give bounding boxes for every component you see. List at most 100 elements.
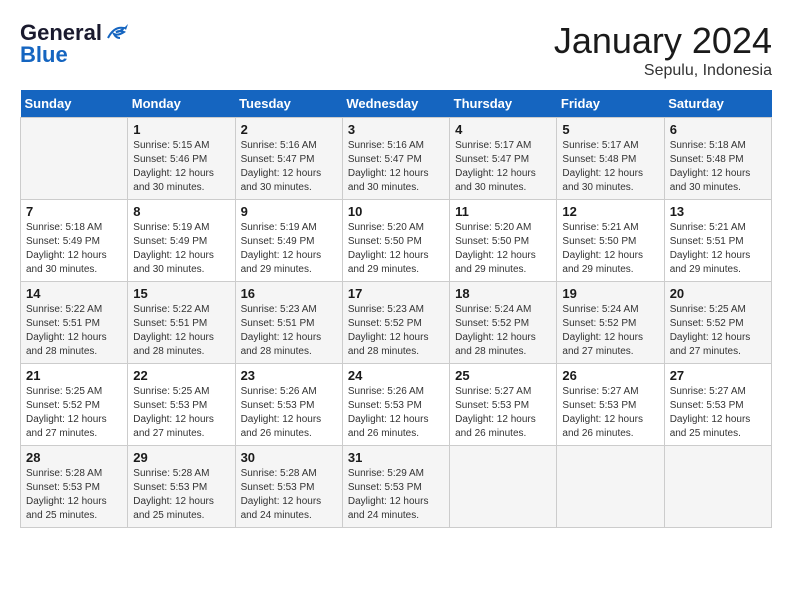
- calendar-cell: 2 Sunrise: 5:16 AM Sunset: 5:47 PM Daylig…: [235, 118, 342, 200]
- calendar-cell: [664, 446, 771, 528]
- day-info: Sunrise: 5:26 AM Sunset: 5:53 PM Dayligh…: [348, 385, 444, 441]
- calendar-cell: 3 Sunrise: 5:16 AM Sunset: 5:47 PM Daylig…: [342, 118, 449, 200]
- day-number: 31: [348, 450, 444, 465]
- calendar-cell: 20 Sunrise: 5:25 AM Sunset: 5:52 PM Dayli…: [664, 282, 771, 364]
- day-number: 17: [348, 286, 444, 301]
- day-number: 24: [348, 368, 444, 383]
- calendar-cell: 9 Sunrise: 5:19 AM Sunset: 5:49 PM Daylig…: [235, 200, 342, 282]
- day-number: 3: [348, 122, 444, 137]
- day-info: Sunrise: 5:25 AM Sunset: 5:52 PM Dayligh…: [26, 385, 122, 441]
- day-number: 23: [241, 368, 337, 383]
- calendar-cell: 22 Sunrise: 5:25 AM Sunset: 5:53 PM Dayli…: [128, 364, 235, 446]
- day-number: 12: [562, 204, 658, 219]
- day-info: Sunrise: 5:16 AM Sunset: 5:47 PM Dayligh…: [348, 139, 444, 195]
- calendar-cell: 15Sunrise: 5:22 AM Sunset: 5:51 PM Dayli…: [128, 282, 235, 364]
- day-info: Sunrise: 5:19 AM Sunset: 5:49 PM Dayligh…: [133, 221, 229, 277]
- calendar-cell: 23 Sunrise: 5:26 AM Sunset: 5:53 PM Dayli…: [235, 364, 342, 446]
- day-number: 27: [670, 368, 766, 383]
- calendar-cell: 24 Sunrise: 5:26 AM Sunset: 5:53 PM Dayli…: [342, 364, 449, 446]
- day-info: Sunrise: 5:22 AM Sunset: 5:51 PM Dayligh…: [133, 303, 229, 359]
- day-info: Sunrise: 5:23 AM Sunset: 5:51 PM Dayligh…: [241, 303, 337, 359]
- calendar-cell: 6Sunrise: 5:18 AM Sunset: 5:48 PM Daylig…: [664, 118, 771, 200]
- day-info: Sunrise: 5:26 AM Sunset: 5:53 PM Dayligh…: [241, 385, 337, 441]
- calendar-cell: 26Sunrise: 5:27 AM Sunset: 5:53 PM Dayli…: [557, 364, 664, 446]
- calendar-cell: [21, 118, 128, 200]
- day-number: 14: [26, 286, 122, 301]
- calendar-cell: 14 Sunrise: 5:22 AM Sunset: 5:51 PM Dayli…: [21, 282, 128, 364]
- day-info: Sunrise: 5:25 AM Sunset: 5:53 PM Dayligh…: [133, 385, 229, 441]
- calendar-cell: 21Sunrise: 5:25 AM Sunset: 5:52 PM Dayli…: [21, 364, 128, 446]
- calendar-cell: 30 Sunrise: 5:28 AM Sunset: 5:53 PM Dayli…: [235, 446, 342, 528]
- day-info: Sunrise: 5:16 AM Sunset: 5:47 PM Dayligh…: [241, 139, 337, 195]
- day-info: Sunrise: 5:27 AM Sunset: 5:53 PM Dayligh…: [455, 385, 551, 441]
- day-number: 13: [670, 204, 766, 219]
- logo-bird-icon: [106, 24, 128, 42]
- calendar-cell: 28 Sunrise: 5:28 AM Sunset: 5:53 PM Dayli…: [21, 446, 128, 528]
- calendar-cell: 17 Sunrise: 5:23 AM Sunset: 5:52 PM Dayli…: [342, 282, 449, 364]
- day-number: 16: [241, 286, 337, 301]
- weekday-header-thursday: Thursday: [450, 90, 557, 118]
- day-info: Sunrise: 5:17 AM Sunset: 5:47 PM Dayligh…: [455, 139, 551, 195]
- calendar-week-2: 7Sunrise: 5:18 AM Sunset: 5:49 PM Daylig…: [21, 200, 772, 282]
- weekday-header-saturday: Saturday: [664, 90, 771, 118]
- day-number: 2: [241, 122, 337, 137]
- day-info: Sunrise: 5:24 AM Sunset: 5:52 PM Dayligh…: [455, 303, 551, 359]
- calendar-cell: [450, 446, 557, 528]
- day-info: Sunrise: 5:19 AM Sunset: 5:49 PM Dayligh…: [241, 221, 337, 277]
- day-number: 10: [348, 204, 444, 219]
- day-info: Sunrise: 5:18 AM Sunset: 5:48 PM Dayligh…: [670, 139, 766, 195]
- day-info: Sunrise: 5:15 AM Sunset: 5:46 PM Dayligh…: [133, 139, 229, 195]
- day-number: 22: [133, 368, 229, 383]
- day-info: Sunrise: 5:29 AM Sunset: 5:53 PM Dayligh…: [348, 467, 444, 523]
- logo: General Blue: [20, 20, 128, 68]
- calendar-week-1: 1 Sunrise: 5:15 AM Sunset: 5:46 PM Daylig…: [21, 118, 772, 200]
- title-block: January 2024 Sepulu, Indonesia: [554, 20, 772, 80]
- day-number: 19: [562, 286, 658, 301]
- day-info: Sunrise: 5:20 AM Sunset: 5:50 PM Dayligh…: [455, 221, 551, 277]
- calendar-cell: 1 Sunrise: 5:15 AM Sunset: 5:46 PM Daylig…: [128, 118, 235, 200]
- day-info: Sunrise: 5:23 AM Sunset: 5:52 PM Dayligh…: [348, 303, 444, 359]
- day-number: 1: [133, 122, 229, 137]
- day-info: Sunrise: 5:17 AM Sunset: 5:48 PM Dayligh…: [562, 139, 658, 195]
- calendar-week-5: 28 Sunrise: 5:28 AM Sunset: 5:53 PM Dayli…: [21, 446, 772, 528]
- day-info: Sunrise: 5:28 AM Sunset: 5:53 PM Dayligh…: [133, 467, 229, 523]
- calendar-cell: 5Sunrise: 5:17 AM Sunset: 5:48 PM Daylig…: [557, 118, 664, 200]
- calendar-cell: 4Sunrise: 5:17 AM Sunset: 5:47 PM Daylig…: [450, 118, 557, 200]
- day-number: 26: [562, 368, 658, 383]
- calendar-cell: 31 Sunrise: 5:29 AM Sunset: 5:53 PM Dayli…: [342, 446, 449, 528]
- calendar-cell: 8 Sunrise: 5:19 AM Sunset: 5:49 PM Daylig…: [128, 200, 235, 282]
- day-number: 18: [455, 286, 551, 301]
- day-number: 30: [241, 450, 337, 465]
- day-number: 25: [455, 368, 551, 383]
- calendar-cell: 13 Sunrise: 5:21 AM Sunset: 5:51 PM Dayli…: [664, 200, 771, 282]
- day-number: 11: [455, 204, 551, 219]
- page-header: General Blue January 2024 Sepulu, Indone…: [20, 20, 772, 80]
- day-info: Sunrise: 5:22 AM Sunset: 5:51 PM Dayligh…: [26, 303, 122, 359]
- day-info: Sunrise: 5:24 AM Sunset: 5:52 PM Dayligh…: [562, 303, 658, 359]
- calendar-cell: 27Sunrise: 5:27 AM Sunset: 5:53 PM Dayli…: [664, 364, 771, 446]
- calendar-table: SundayMondayTuesdayWednesdayThursdayFrid…: [20, 90, 772, 528]
- calendar-cell: 7Sunrise: 5:18 AM Sunset: 5:49 PM Daylig…: [21, 200, 128, 282]
- weekday-header-wednesday: Wednesday: [342, 90, 449, 118]
- day-number: 7: [26, 204, 122, 219]
- weekday-header-tuesday: Tuesday: [235, 90, 342, 118]
- day-number: 8: [133, 204, 229, 219]
- weekday-header-friday: Friday: [557, 90, 664, 118]
- page-subtitle: Sepulu, Indonesia: [554, 62, 772, 80]
- calendar-cell: 12 Sunrise: 5:21 AM Sunset: 5:50 PM Dayli…: [557, 200, 664, 282]
- day-number: 9: [241, 204, 337, 219]
- weekday-header-sunday: Sunday: [21, 90, 128, 118]
- day-number: 20: [670, 286, 766, 301]
- day-info: Sunrise: 5:21 AM Sunset: 5:50 PM Dayligh…: [562, 221, 658, 277]
- calendar-cell: [557, 446, 664, 528]
- day-info: Sunrise: 5:28 AM Sunset: 5:53 PM Dayligh…: [241, 467, 337, 523]
- day-info: Sunrise: 5:28 AM Sunset: 5:53 PM Dayligh…: [26, 467, 122, 523]
- calendar-cell: 25 Sunrise: 5:27 AM Sunset: 5:53 PM Dayli…: [450, 364, 557, 446]
- calendar-cell: 18 Sunrise: 5:24 AM Sunset: 5:52 PM Dayli…: [450, 282, 557, 364]
- calendar-week-3: 14 Sunrise: 5:22 AM Sunset: 5:51 PM Dayli…: [21, 282, 772, 364]
- header-row: SundayMondayTuesdayWednesdayThursdayFrid…: [21, 90, 772, 118]
- day-info: Sunrise: 5:25 AM Sunset: 5:52 PM Dayligh…: [670, 303, 766, 359]
- day-number: 29: [133, 450, 229, 465]
- day-number: 28: [26, 450, 122, 465]
- day-info: Sunrise: 5:21 AM Sunset: 5:51 PM Dayligh…: [670, 221, 766, 277]
